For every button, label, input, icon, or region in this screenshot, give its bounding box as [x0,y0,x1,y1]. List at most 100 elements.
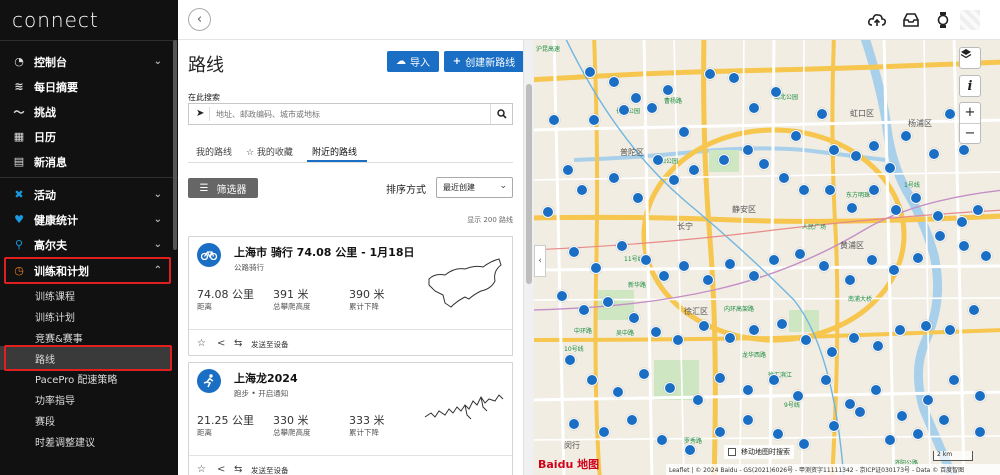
course-marker-icon[interactable] [828,144,840,156]
sidebar-subitem-segments[interactable]: 赛段 [0,410,172,431]
chevron-down-icon[interactable]: ⌄ [154,214,162,225]
course-marker-icon[interactable] [896,410,908,422]
course-marker-icon[interactable] [824,184,836,196]
panel-scrollbar[interactable] [523,40,534,475]
chevron-down-icon[interactable]: ⌄ [154,189,162,200]
sidebar-subitem-pacepro[interactable]: PacePro 配速策略 [0,368,172,389]
course-marker-icon[interactable] [692,394,704,406]
course-marker-icon[interactable] [958,144,970,156]
tab-favorites[interactable]: ☆ 我的收藏 [246,145,293,158]
course-marker-icon[interactable] [846,202,858,214]
course-marker-icon[interactable] [612,386,624,398]
course-marker-icon[interactable] [568,418,580,430]
course-marker-icon[interactable] [724,332,736,344]
course-title[interactable]: 上海市 骑行 74.08 公里 - 1月18日 [234,244,414,260]
course-marker-icon[interactable] [854,406,866,418]
sidebar-item-daily-summary[interactable]: ≋ 每日摘要 [0,74,172,99]
course-marker-icon[interactable] [748,270,760,282]
course-marker-icon[interactable] [586,374,598,386]
course-marker-icon[interactable] [702,274,714,286]
sidebar-item-training[interactable]: ◷ 训练和计划 ⌃ [0,258,172,283]
course-marker-icon[interactable] [590,262,602,274]
course-marker-icon[interactable] [792,390,804,402]
course-marker-icon[interactable] [972,204,984,216]
course-marker-icon[interactable] [584,66,596,78]
course-marker-icon[interactable] [718,154,730,166]
course-marker-icon[interactable] [668,174,680,186]
course-marker-icon[interactable] [618,104,630,116]
course-marker-icon[interactable] [894,324,906,336]
course-marker-icon[interactable] [944,108,956,120]
course-marker-icon[interactable] [768,374,780,386]
course-marker-icon[interactable] [638,368,650,380]
course-marker-icon[interactable] [820,374,832,386]
course-marker-icon[interactable] [868,184,880,196]
course-marker-icon[interactable] [598,426,610,438]
course-marker-icon[interactable] [588,114,600,126]
share-icon[interactable]: < [217,464,225,475]
collapse-panel-button[interactable]: ‹ [534,245,546,277]
course-marker-icon[interactable] [956,216,968,228]
move-map-search-toggle[interactable]: 移动地图时搜索 [724,445,794,459]
scrollbar-thumb[interactable] [526,84,532,284]
sidebar-subitem-jet-lag[interactable]: 时差调整建议 [0,431,172,452]
course-marker-icon[interactable] [772,428,784,440]
course-marker-icon[interactable] [884,434,896,446]
sidebar-item-calendar[interactable]: ▦ 日历 [0,124,172,149]
course-marker-icon[interactable] [608,76,620,88]
course-marker-icon[interactable] [698,320,710,332]
course-marker-icon[interactable] [724,258,736,270]
course-marker-icon[interactable] [884,162,896,174]
course-marker-icon[interactable] [872,340,884,352]
course-marker-icon[interactable] [672,334,684,346]
course-marker-icon[interactable] [826,346,838,358]
sidebar-scrollbar[interactable] [173,40,177,250]
search-icon[interactable] [490,104,512,124]
sort-select[interactable]: 最近创建 ⌄ [436,177,513,198]
sidebar-item-challenges[interactable]: 〜 挑战 [0,99,172,124]
course-marker-icon[interactable] [742,384,754,396]
course-marker-icon[interactable] [870,384,882,396]
connect-logo[interactable]: connect [12,8,99,32]
course-marker-icon[interactable] [974,426,986,438]
course-marker-icon[interactable] [794,248,806,260]
layers-icon[interactable] [959,47,981,69]
course-marker-icon[interactable] [888,264,900,276]
course-marker-icon[interactable] [688,164,700,176]
course-marker-icon[interactable] [948,374,960,386]
course-marker-icon[interactable] [628,312,640,324]
course-marker-icon[interactable] [848,332,860,344]
course-marker-icon[interactable] [798,438,810,450]
course-marker-icon[interactable] [944,324,956,336]
course-marker-icon[interactable] [630,92,642,104]
course-marker-icon[interactable] [556,290,568,302]
course-marker-icon[interactable] [912,252,924,264]
course-marker-icon[interactable] [900,130,912,142]
course-marker-icon[interactable] [564,354,576,366]
import-button[interactable]: ☁ 导入 [387,51,439,72]
course-card[interactable]: 上海龙2024 跑步 • 开启通知 21.25 公里 距离 330 米 总攀爬高… [188,362,513,475]
course-marker-icon[interactable] [684,444,696,456]
course-marker-icon[interactable] [758,158,770,170]
course-marker-icon[interactable] [714,372,726,384]
watch-icon[interactable] [934,11,952,29]
course-marker-icon[interactable] [650,326,662,338]
create-course-button[interactable]: + 创建新路线 [444,51,523,72]
course-marker-icon[interactable] [656,434,668,446]
course-marker-icon[interactable] [828,420,840,432]
chevron-up-icon[interactable]: ⌃ [154,265,162,276]
course-marker-icon[interactable] [938,414,950,426]
sidebar-subitem-workouts[interactable]: 训练课程 [0,285,172,306]
course-marker-icon[interactable] [866,254,878,266]
course-marker-icon[interactable] [714,426,726,438]
chevron-down-icon[interactable]: ⌄ [154,56,162,67]
back-button[interactable]: ‹ [188,8,211,31]
sidebar-item-health-stats[interactable]: ♥ 健康统计 ⌄ [0,207,172,232]
zoom-out-button[interactable]: − [960,123,980,143]
course-marker-icon[interactable] [776,318,788,330]
star-icon[interactable]: ☆ [197,338,206,349]
course-marker-icon[interactable] [798,184,810,196]
chevron-down-icon[interactable]: ⌄ [154,239,162,250]
sidebar-subitem-training-plans[interactable]: 训练计划 [0,306,172,327]
course-marker-icon[interactable] [922,394,934,406]
